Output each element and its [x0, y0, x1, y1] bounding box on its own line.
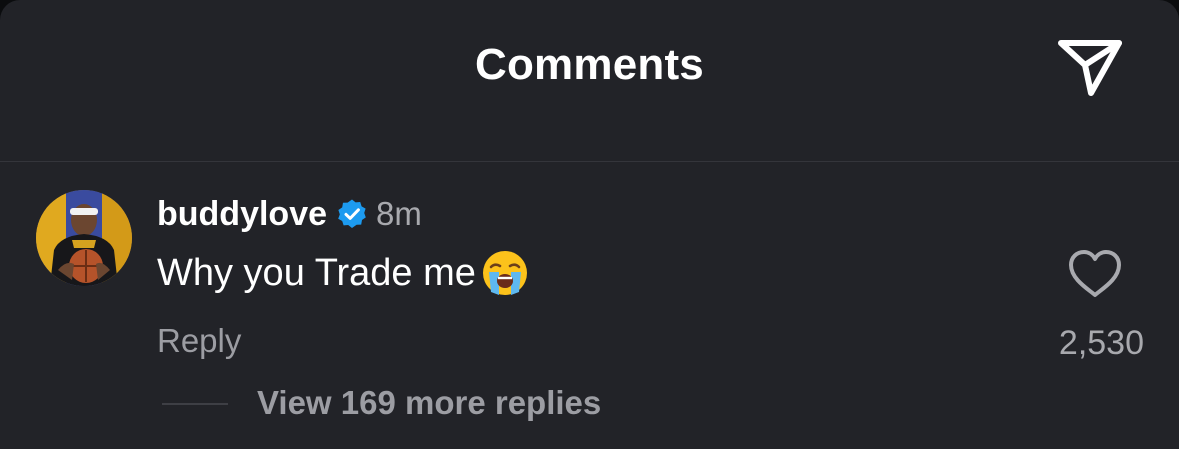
- view-more-replies-button[interactable]: View 169 more replies: [257, 384, 601, 422]
- comment-meta: buddylove 8m: [157, 192, 422, 236]
- like-button[interactable]: [1066, 248, 1124, 300]
- page-title: Comments: [475, 40, 704, 89]
- comment-timestamp: 8m: [376, 195, 422, 232]
- verified-badge-icon: [338, 199, 366, 228]
- share-button[interactable]: [1052, 32, 1128, 102]
- replies-divider: [162, 403, 228, 405]
- reply-button[interactable]: Reply: [157, 322, 241, 360]
- comment-item: buddylove 8m Why you Trade me Reply 2,53…: [0, 162, 1179, 449]
- comment-text: Why you Trade me: [157, 251, 476, 294]
- loudly-crying-face-icon: [482, 251, 527, 295]
- username[interactable]: buddylove: [157, 195, 327, 234]
- comments-sheet: Comments buddylove 8m Why you Trade me R…: [0, 0, 1179, 449]
- avatar-image: [36, 190, 132, 286]
- avatar[interactable]: [36, 190, 132, 286]
- heart-icon: [1069, 250, 1121, 297]
- comment-body: Why you Trade me: [157, 248, 530, 298]
- send-icon: [1058, 40, 1122, 96]
- comments-header: Comments: [0, 0, 1179, 162]
- like-count: 2,530: [1058, 324, 1144, 362]
